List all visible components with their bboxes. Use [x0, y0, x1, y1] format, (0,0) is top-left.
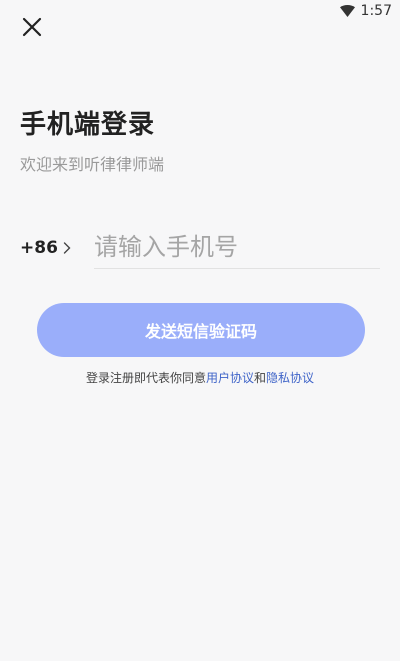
chevron-right-icon[interactable]	[62, 241, 72, 255]
status-right: 1:57	[339, 3, 392, 19]
wifi-icon	[339, 5, 355, 17]
agreement-text: 登录注册即代表你同意用户协议和隐私协议	[0, 369, 400, 386]
status-bar: 1:57	[0, 0, 400, 22]
privacy-agreement-link[interactable]: 隐私协议	[266, 371, 314, 385]
close-icon	[22, 17, 42, 37]
status-time: 1:57	[360, 3, 392, 19]
agreement-prefix: 登录注册即代表你同意	[85, 371, 206, 385]
agreement-connector: 和	[254, 371, 267, 385]
close-button[interactable]	[20, 15, 44, 39]
phone-input[interactable]	[94, 226, 380, 269]
country-code-selector[interactable]: +86	[20, 238, 58, 258]
page-subtitle: 欢迎来到听律律师端	[20, 155, 165, 174]
page-title: 手机端登录	[20, 110, 156, 140]
user-agreement-link[interactable]: 用户协议	[206, 371, 254, 385]
send-sms-code-button[interactable]: 发送短信验证码	[37, 303, 365, 357]
phone-row: +86	[20, 226, 380, 270]
